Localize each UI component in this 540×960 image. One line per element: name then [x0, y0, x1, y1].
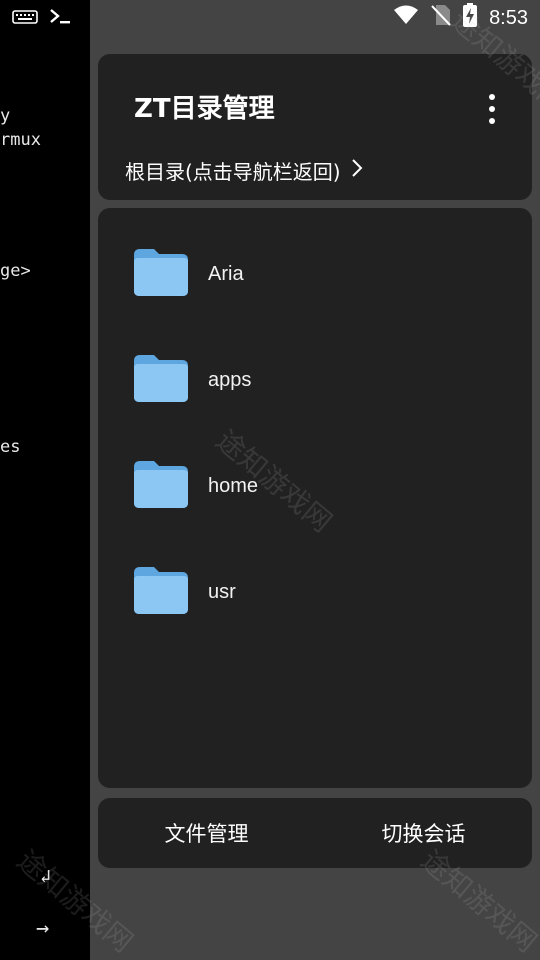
terminal-line: ge> [0, 261, 31, 281]
battery-charging-icon [463, 3, 478, 33]
breadcrumb-label: 根目录(点击导航栏返回) [125, 160, 341, 184]
folder-name: Aria [208, 262, 244, 285]
dot [489, 118, 495, 124]
folder-icon [132, 459, 190, 513]
folder-name: apps [208, 368, 252, 391]
bottom-actions: 文件管理 切换会话 [98, 798, 532, 868]
folder-name: home [208, 474, 259, 497]
arrow-right-key[interactable]: → [36, 916, 49, 941]
terminal-line: rmux [0, 130, 41, 150]
status-left [12, 7, 72, 30]
folder-icon [132, 565, 190, 619]
breadcrumb[interactable]: 根目录(点击导航栏返回) [125, 156, 363, 185]
app-title: ZT目录管理 [134, 94, 275, 124]
folder-row-aria[interactable]: Aria [132, 244, 512, 304]
status-bar: 8:53 [393, 0, 528, 36]
keyboard-icon [12, 9, 38, 29]
folder-row-usr[interactable]: usr [132, 562, 512, 622]
more-menu-button[interactable] [482, 94, 502, 124]
folder-icon [132, 247, 190, 301]
folder-row-apps[interactable]: apps [132, 350, 512, 410]
enter-key[interactable]: ↲ [40, 866, 51, 887]
dot [489, 106, 495, 112]
folder-name: usr [208, 580, 236, 603]
navigation-drawer: 8:53 ZT目录管理 根目录(点击导航栏返回) Aria apps home … [90, 0, 540, 960]
header-card: ZT目录管理 根目录(点击导航栏返回) [98, 54, 532, 200]
no-sim-icon [431, 4, 451, 32]
chevron-right-icon [351, 158, 363, 183]
terminal-line: es [0, 437, 21, 457]
folder-list: Aria apps home usr [98, 208, 532, 788]
switch-session-button[interactable]: 切换会话 [315, 798, 532, 868]
file-manager-button[interactable]: 文件管理 [98, 798, 315, 868]
clock: 8:53 [489, 6, 528, 29]
terminal-pane[interactable]: y rmux ge> es ↲ → [0, 0, 90, 960]
terminal-prompt-icon [48, 7, 72, 30]
wifi-icon [393, 5, 419, 31]
dot [489, 94, 495, 100]
folder-row-home[interactable]: home [132, 456, 512, 516]
folder-icon [132, 353, 190, 407]
terminal-line: y [0, 106, 11, 126]
